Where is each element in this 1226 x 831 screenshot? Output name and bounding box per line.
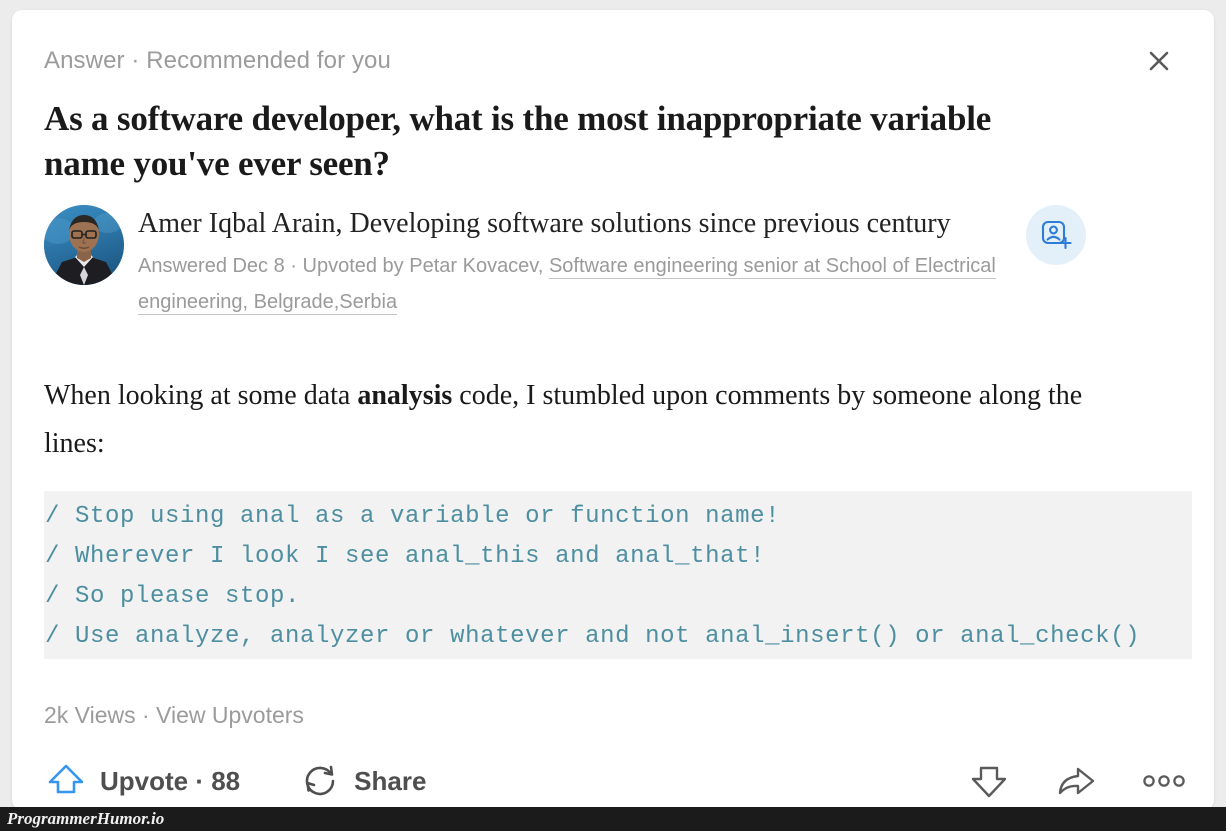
more-dots-icon[interactable] [1138, 766, 1190, 796]
answer-body: When looking at some data analysis code,… [44, 372, 1094, 468]
body-bold-word: analysis [357, 380, 453, 411]
watermark-bar: ProgrammerHumor.io [0, 807, 1226, 831]
author-block: Amer Iqbal Arain, Developing software so… [44, 205, 1104, 320]
close-icon[interactable] [1142, 44, 1176, 78]
answer-kicker: Answer · Recommended for you [44, 47, 391, 74]
upvote-label: Upvote · 88 [100, 765, 241, 796]
answered-date-upvoter: Answered Dec 8 · Upvoted by Petar Kovace… [138, 255, 549, 277]
forward-arrow-icon[interactable] [1052, 758, 1098, 804]
downvote-arrow-icon[interactable] [966, 758, 1012, 804]
upvote-arrow-icon [44, 757, 88, 806]
body-text-part-1: When looking at some data [44, 380, 358, 411]
add-user-icon[interactable] [1026, 205, 1086, 265]
views-line[interactable]: 2k Views · View Upvoters [44, 702, 304, 729]
question-title[interactable]: As a software developer, what is the mos… [44, 96, 1074, 186]
author-name-and-bio[interactable]: Amer Iqbal Arain, Developing software so… [138, 207, 1038, 241]
share-label: Share [354, 765, 427, 796]
answer-meta: Answered Dec 8 · Upvoted by Petar Kovace… [138, 248, 1038, 320]
avatar[interactable] [44, 205, 124, 285]
answer-card: Answer · Recommended for you As a softwa… [12, 10, 1214, 810]
share-button[interactable]: Share [298, 757, 426, 806]
code-block[interactable]: // Stop using anal as a variable or func… [44, 491, 1192, 659]
share-loop-icon [298, 757, 342, 806]
card-header: Answer · Recommended for you [44, 44, 1186, 78]
upvote-button[interactable]: Upvote · 88 [44, 757, 240, 806]
watermark-text: ProgrammerHumor.io [7, 809, 165, 828]
code-content: // Stop using anal as a variable or func… [44, 503, 1141, 650]
action-bar: Upvote · 88 Share [44, 752, 1190, 810]
